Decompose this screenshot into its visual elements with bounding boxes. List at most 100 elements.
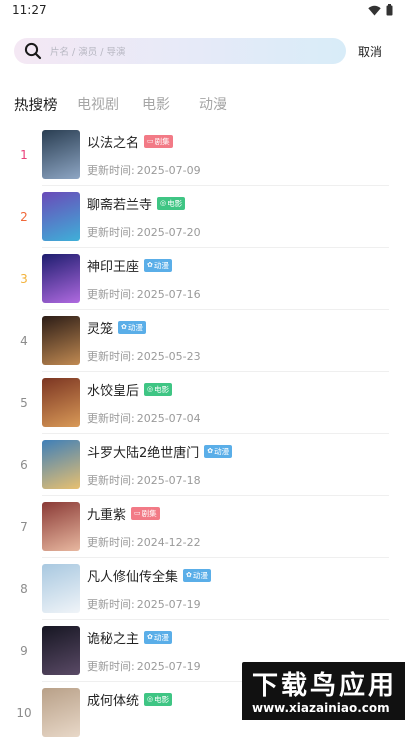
badge-icon: ✿	[147, 261, 153, 269]
badge-icon: ◎	[160, 199, 167, 207]
tab-hot-search[interactable]: 热搜榜	[14, 94, 58, 115]
list-item[interactable]: 6 斗罗大陆2绝世唐门 ✿ 动漫更新时间: 2025-07-18	[0, 434, 405, 496]
list-item[interactable]: 3 神印王座 ✿ 动漫更新时间: 2025-07-16	[0, 248, 405, 310]
category-badge: ✿ 动漫	[118, 321, 146, 334]
watermark-text: 下载鸟应用	[252, 671, 398, 701]
tab-tv-series[interactable]: 电视剧	[77, 94, 119, 114]
poster-thumbnail[interactable]	[42, 378, 80, 427]
list-item[interactable]: 4 灵笼 ✿ 动漫更新时间: 2025-05-23	[0, 310, 405, 372]
update-date: 2025-07-19	[136, 660, 201, 673]
list-item[interactable]: 7 九重紫 ▭ 剧集 更新时间: 2024-12-22	[0, 496, 405, 558]
title-line: 灵笼 ✿ 动漫	[87, 318, 146, 337]
update-time: 更新时间: 2025-07-20	[87, 224, 201, 240]
item-title: 凡人修仙传全集	[87, 570, 179, 585]
category-badge: ✿ 动漫	[144, 259, 172, 272]
title-line: 以法之名 ▭ 剧集	[87, 132, 173, 151]
poster-thumbnail[interactable]	[42, 688, 80, 737]
category-badge: ◎ 电影	[157, 197, 186, 210]
update-prefix: 更新时间:	[87, 350, 135, 363]
update-date: 2025-07-16	[136, 288, 201, 301]
search-icon	[24, 42, 42, 60]
badge-icon: ✿	[121, 323, 127, 331]
item-title: 聊斋若兰寺	[87, 198, 153, 213]
watermark-url: www.xiazainiao.com	[252, 701, 390, 715]
list-item[interactable]: 1 以法之名 ▭ 剧集更新时间: 2025-07-09	[0, 124, 405, 186]
poster-thumbnail[interactable]	[42, 192, 80, 241]
badge-label: 电影	[154, 385, 170, 394]
title-line: 聊斋若兰寺 ◎ 电影	[87, 194, 186, 213]
update-time: 更新时间: 2025-07-19	[87, 596, 201, 612]
title-line: 斗罗大陆2绝世唐门 ✿ 动漫	[87, 442, 233, 461]
battery-icon	[386, 4, 393, 16]
poster-thumbnail[interactable]	[42, 316, 80, 365]
title-line: 水饺皇后 ◎ 电影	[87, 380, 173, 399]
rank-number: 3	[20, 272, 28, 286]
update-prefix: 更新时间:	[87, 598, 135, 611]
badge-label: 动漫	[192, 571, 208, 580]
poster-thumbnail[interactable]	[42, 564, 80, 613]
category-tabs: 热搜榜 电视剧 电影 动漫	[0, 94, 405, 116]
search-placeholder: 片名 / 演员 / 导演	[50, 47, 126, 58]
search-input[interactable]: 片名 / 演员 / 导演	[14, 38, 346, 64]
badge-icon: ▭	[147, 137, 154, 145]
tab-movies[interactable]: 电影	[142, 94, 170, 114]
rank-number: 1	[20, 148, 28, 162]
item-title: 灵笼	[87, 322, 114, 337]
category-badge: ◎ 电影	[144, 693, 173, 706]
badge-label: 电影	[167, 199, 183, 208]
title-line: 凡人修仙传全集 ✿ 动漫	[87, 566, 211, 585]
badge-label: 动漫	[127, 323, 143, 332]
badge-label: 动漫	[153, 261, 169, 270]
badge-icon: ◎	[147, 695, 154, 703]
category-badge: ▭ 剧集	[144, 135, 173, 148]
watermark-logo: 下载鸟应用 www.xiazainiao.com	[242, 662, 405, 720]
category-badge: ✿ 动漫	[144, 631, 172, 644]
update-date: 2025-07-09	[136, 164, 201, 177]
item-title: 以法之名	[87, 136, 140, 151]
title-line: 神印王座 ✿ 动漫	[87, 256, 172, 275]
list-item[interactable]: 5 水饺皇后 ◎ 电影 更新时间: 2025-07-04	[0, 372, 405, 434]
item-title: 九重紫	[87, 508, 127, 523]
cancel-button[interactable]: 取消	[358, 43, 382, 60]
update-prefix: 更新时间:	[87, 288, 135, 301]
status-time: 11:27	[12, 3, 47, 17]
status-bar: 11:27	[0, 0, 405, 22]
rank-number: 6	[20, 458, 28, 472]
update-prefix: 更新时间:	[87, 226, 135, 239]
poster-thumbnail[interactable]	[42, 440, 80, 489]
tab-anime[interactable]: 动漫	[199, 94, 227, 114]
update-prefix: 更新时间:	[87, 412, 135, 425]
update-date: 2025-07-18	[136, 474, 201, 487]
update-prefix: 更新时间:	[87, 536, 135, 549]
category-badge: ✿ 动漫	[183, 569, 211, 582]
badge-label: 电影	[154, 695, 170, 704]
update-date: 2025-05-23	[136, 350, 201, 363]
badge-icon: ▭	[134, 509, 141, 517]
list-item[interactable]: 2 聊斋若兰寺 ◎ 电影 更新时间: 2025-07-20	[0, 186, 405, 248]
poster-thumbnail[interactable]	[42, 626, 80, 675]
update-prefix: 更新时间:	[87, 660, 135, 673]
poster-thumbnail[interactable]	[42, 130, 80, 179]
update-prefix: 更新时间:	[87, 474, 135, 487]
rank-number: 10	[16, 706, 32, 720]
list-item[interactable]: 8 凡人修仙传全集 ✿ 动漫 更新时间: 2025-07-19	[0, 558, 405, 620]
update-date: 2025-07-19	[136, 598, 201, 611]
title-line: 成何体统 ◎ 电影	[87, 690, 173, 709]
rank-number: 4	[20, 334, 28, 348]
category-badge: ✿ 动漫	[204, 445, 233, 458]
badge-label: 动漫	[214, 447, 230, 456]
item-title: 斗罗大陆2绝世唐门	[87, 446, 200, 461]
update-prefix: 更新时间:	[87, 164, 135, 177]
poster-thumbnail[interactable]	[42, 254, 80, 303]
badge-icon: ✿	[186, 571, 192, 579]
badge-label: 剧集	[154, 137, 170, 146]
update-date: 2025-07-04	[136, 412, 201, 425]
poster-thumbnail[interactable]	[42, 502, 80, 551]
item-title: 成何体统	[87, 694, 140, 709]
badge-label: 动漫	[153, 633, 169, 642]
badge-icon: ✿	[207, 447, 214, 455]
update-date: 2024-12-22	[136, 536, 201, 549]
badge-icon: ✿	[147, 633, 153, 641]
item-title: 诡秘之主	[87, 632, 140, 647]
rank-number: 9	[20, 644, 28, 658]
